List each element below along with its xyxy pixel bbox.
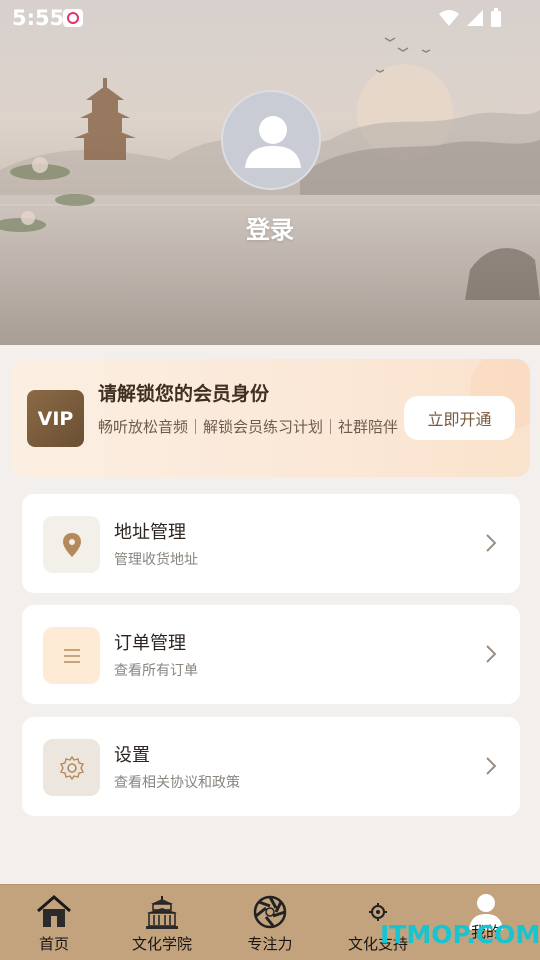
vip-membership-card: VIP 请解锁您的会员身份 畅听放松音频｜解锁会员练习计划｜社群陪伴 立即开通 [11, 359, 530, 477]
status-time: 5:55 [12, 6, 65, 30]
home-icon [35, 893, 73, 931]
status-indicators [438, 8, 502, 28]
chevron-right-icon [486, 757, 497, 775]
avatar[interactable] [221, 90, 321, 190]
address-management-item[interactable]: 地址管理 管理收货地址 [22, 494, 520, 593]
nav-label: 专注力 [247, 935, 293, 953]
login-label[interactable]: 登录 [0, 210, 540, 245]
nav-label: 首页 [38, 935, 69, 953]
aperture-icon [252, 893, 288, 931]
status-bar: 5:55 [0, 0, 540, 36]
app-notification-icon [63, 9, 83, 27]
vip-title: 请解锁您的会员身份 [98, 383, 270, 405]
menu-title: 订单管理 [114, 633, 186, 654]
wifi-icon [439, 10, 459, 26]
settings-item[interactable]: 设置 查看相关协议和政策 [22, 717, 520, 816]
academy-building-icon [143, 893, 181, 931]
chevron-right-icon [486, 645, 497, 663]
vip-description: 畅听放松音频｜解锁会员练习计划｜社群陪伴 [98, 418, 399, 436]
menu-title: 设置 [114, 745, 150, 766]
chevron-right-icon [486, 534, 497, 552]
gear-icon [43, 739, 100, 796]
nav-focus[interactable]: 专注力 [240, 885, 300, 960]
location-pin-icon [43, 516, 100, 573]
battery-icon [491, 8, 501, 27]
nav-academy[interactable]: 文化学院 [128, 885, 196, 960]
profile-header: 5:55 登录 [0, 0, 540, 345]
user-avatar-icon [245, 116, 301, 168]
list-icon [43, 627, 100, 684]
menu-subtitle: 查看所有订单 [114, 663, 198, 679]
nav-label: 文化学院 [131, 935, 192, 953]
nav-home[interactable]: 首页 [22, 885, 86, 960]
watermark: ITMOP.COM [380, 920, 540, 949]
signal-icon [467, 10, 483, 26]
vip-badge: VIP [27, 390, 84, 447]
menu-title: 地址管理 [114, 522, 186, 543]
order-management-item[interactable]: 订单管理 查看所有订单 [22, 605, 520, 704]
activate-vip-button[interactable]: 立即开通 [404, 396, 515, 440]
menu-subtitle: 查看相关协议和政策 [114, 775, 240, 791]
menu-subtitle: 管理收货地址 [114, 552, 198, 568]
